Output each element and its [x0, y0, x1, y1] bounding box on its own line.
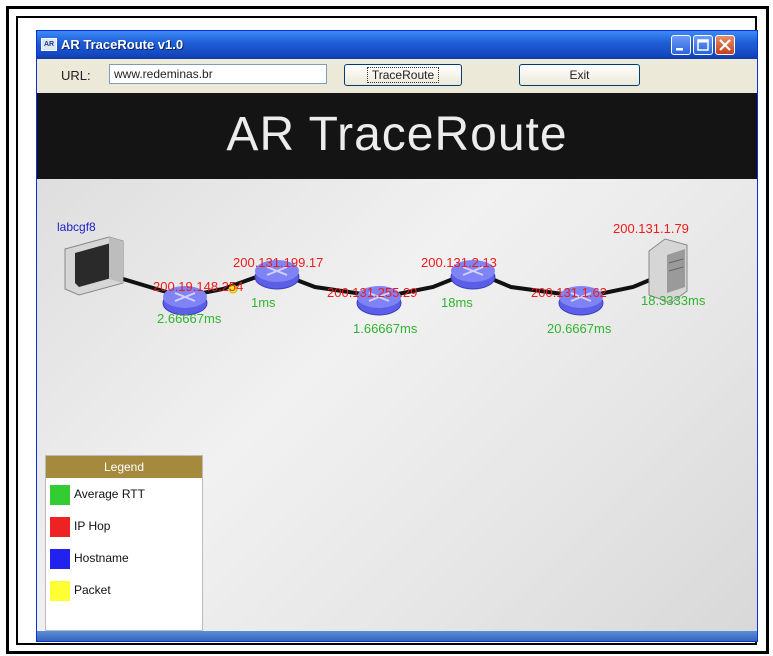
traceroute-button[interactable]: TraceRoute — [344, 64, 462, 86]
destination-rtt-label: 18.3333ms — [641, 293, 706, 308]
source-hostname-label: labcgf8 — [57, 220, 96, 234]
url-input[interactable] — [109, 64, 327, 84]
minimize-icon — [676, 48, 683, 51]
legend-swatch-hostname — [50, 549, 70, 569]
close-button[interactable] — [715, 35, 735, 55]
maximize-button[interactable] — [693, 35, 713, 55]
url-label: URL: — [61, 68, 91, 83]
legend-item: Average RTT — [46, 478, 202, 510]
hop-ip-label: 200.131.199.17 — [233, 255, 323, 270]
traceroute-button-label: TraceRoute — [366, 67, 440, 83]
hop-rtt-label: 18ms — [441, 295, 473, 310]
hop-rtt-label: 1.66667ms — [353, 321, 418, 336]
legend-label: Packet — [74, 583, 111, 597]
hop-rtt-label: 2.66667ms — [157, 311, 222, 326]
exit-button[interactable]: Exit — [519, 64, 640, 86]
legend-swatch-ip — [50, 517, 70, 537]
legend-label: Hostname — [74, 551, 129, 565]
hop-ip-label: 200.131.2.13 — [421, 255, 497, 270]
legend-item: Packet — [46, 574, 202, 606]
hop-ip-label: 200.131.1.62 — [531, 285, 607, 300]
legend-item: IP Hop — [46, 510, 202, 542]
legend-label: IP Hop — [74, 519, 111, 533]
app-window: AR AR TraceRoute v1.0 URL: TraceRoute Ex… — [36, 30, 758, 642]
legend-panel: Legend Average RTT IP Hop Hostname Packe… — [45, 455, 203, 631]
hop-ip-label: 200.19.148.254 — [153, 279, 243, 294]
status-bar — [37, 631, 757, 641]
legend-swatch-packet — [50, 581, 70, 601]
destination-ip-label: 200.131.1.79 — [613, 221, 689, 236]
close-icon — [719, 39, 731, 51]
maximize-icon — [697, 39, 709, 51]
window-title: AR TraceRoute v1.0 — [61, 37, 184, 52]
legend-swatch-rtt — [50, 485, 70, 505]
hop-rtt-label: 1ms — [251, 295, 276, 310]
legend-title: Legend — [46, 456, 202, 478]
toolbar: URL: TraceRoute Exit — [37, 59, 757, 93]
minimize-button[interactable] — [671, 35, 691, 55]
legend-item: Hostname — [46, 542, 202, 574]
hop-rtt-label: 20.6667ms — [547, 321, 612, 336]
title-bar[interactable]: AR AR TraceRoute v1.0 — [37, 31, 757, 59]
legend-label: Average RTT — [74, 487, 145, 501]
ar-scene: labcgf8 200.19.148.254 2.66667ms 200.131… — [37, 179, 757, 631]
app-icon: AR — [41, 38, 57, 51]
banner-title: AR TraceRoute — [37, 93, 757, 179]
hop-ip-label: 200.131.255.29 — [327, 285, 417, 300]
source-computer-icon — [64, 236, 124, 296]
